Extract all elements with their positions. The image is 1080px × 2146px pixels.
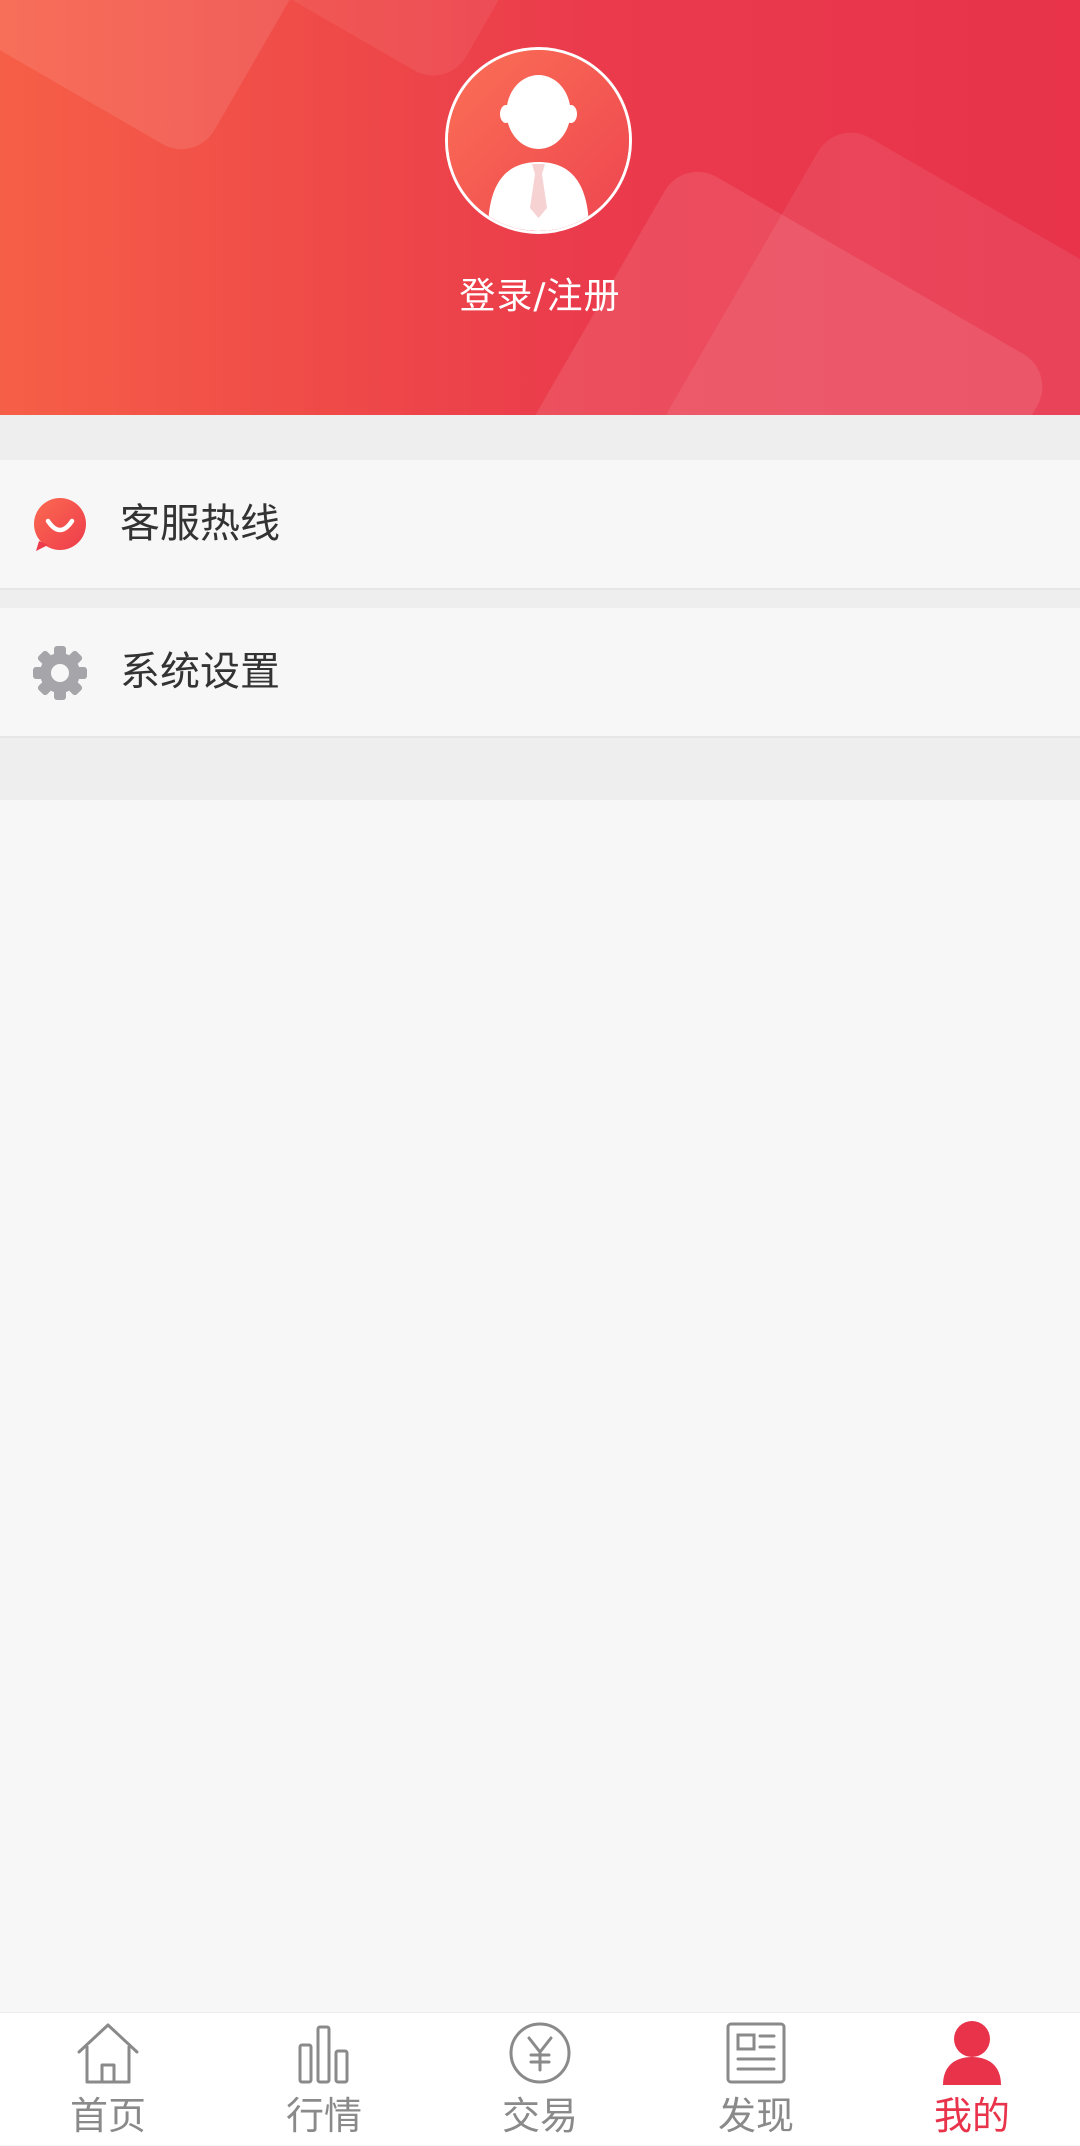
- section-divider: [0, 590, 1080, 608]
- menu-item-customer-service[interactable]: 客服热线: [0, 460, 1080, 590]
- customer-service-icon: [34, 498, 86, 551]
- home-icon: [77, 2023, 139, 2084]
- user-icon: [943, 2021, 1001, 2085]
- gear-icon: [33, 646, 87, 700]
- menu-item-label: 系统设置: [120, 649, 280, 695]
- bar-chart-icon: [298, 2025, 349, 2084]
- tab-label: 行情: [285, 2094, 362, 2138]
- tab-market[interactable]: 行情: [216, 2013, 432, 2146]
- default-avatar-icon: [448, 50, 629, 231]
- news-icon: [726, 2022, 786, 2084]
- tab-label: 交易: [501, 2094, 578, 2138]
- avatar[interactable]: [445, 47, 632, 234]
- profile-header: 登录/注册: [0, 0, 1080, 415]
- login-register-link[interactable]: 登录/注册: [0, 272, 1080, 322]
- tab-label: 发现: [717, 2094, 794, 2138]
- menu-item-label: 客服热线: [120, 501, 280, 547]
- section-divider: [0, 415, 1080, 460]
- menu-item-settings[interactable]: 系统设置: [0, 608, 1080, 738]
- tab-trade[interactable]: 交易: [432, 2013, 648, 2146]
- bottom-tab-bar: 首页 行情 交易 发现 我的: [0, 2012, 1080, 2145]
- tab-discover[interactable]: 发现: [648, 2013, 864, 2146]
- tab-label: 首页: [69, 2094, 146, 2138]
- header-decoration: [0, 0, 341, 164]
- tab-mine[interactable]: 我的: [864, 2013, 1080, 2146]
- tab-label: 我的: [933, 2094, 1010, 2138]
- yen-coin-icon: [509, 2022, 571, 2084]
- section-divider: [0, 738, 1080, 800]
- content-area: [0, 800, 1080, 2012]
- tab-home[interactable]: 首页: [0, 2013, 216, 2146]
